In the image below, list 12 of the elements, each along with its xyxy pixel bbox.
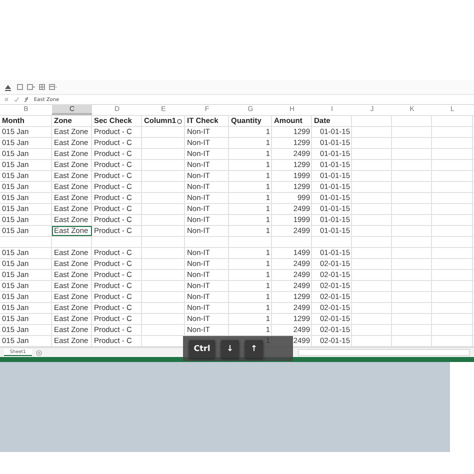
function-icon[interactable] <box>24 97 29 102</box>
add-sheet-icon[interactable] <box>36 350 42 356</box>
horizontal-scrollbar[interactable] <box>298 349 470 356</box>
table-icon[interactable] <box>39 84 45 90</box>
format-icon[interactable] <box>17 84 23 90</box>
sort-icon[interactable] <box>177 118 182 124</box>
key-cap: ↑ <box>245 340 263 358</box>
fill-color-icon[interactable] <box>4 84 13 90</box>
key-cap: Ctrl <box>189 340 215 358</box>
cancel-icon[interactable] <box>4 97 9 102</box>
check-icon[interactable] <box>14 97 19 102</box>
key-cap: ↓ <box>221 340 239 358</box>
